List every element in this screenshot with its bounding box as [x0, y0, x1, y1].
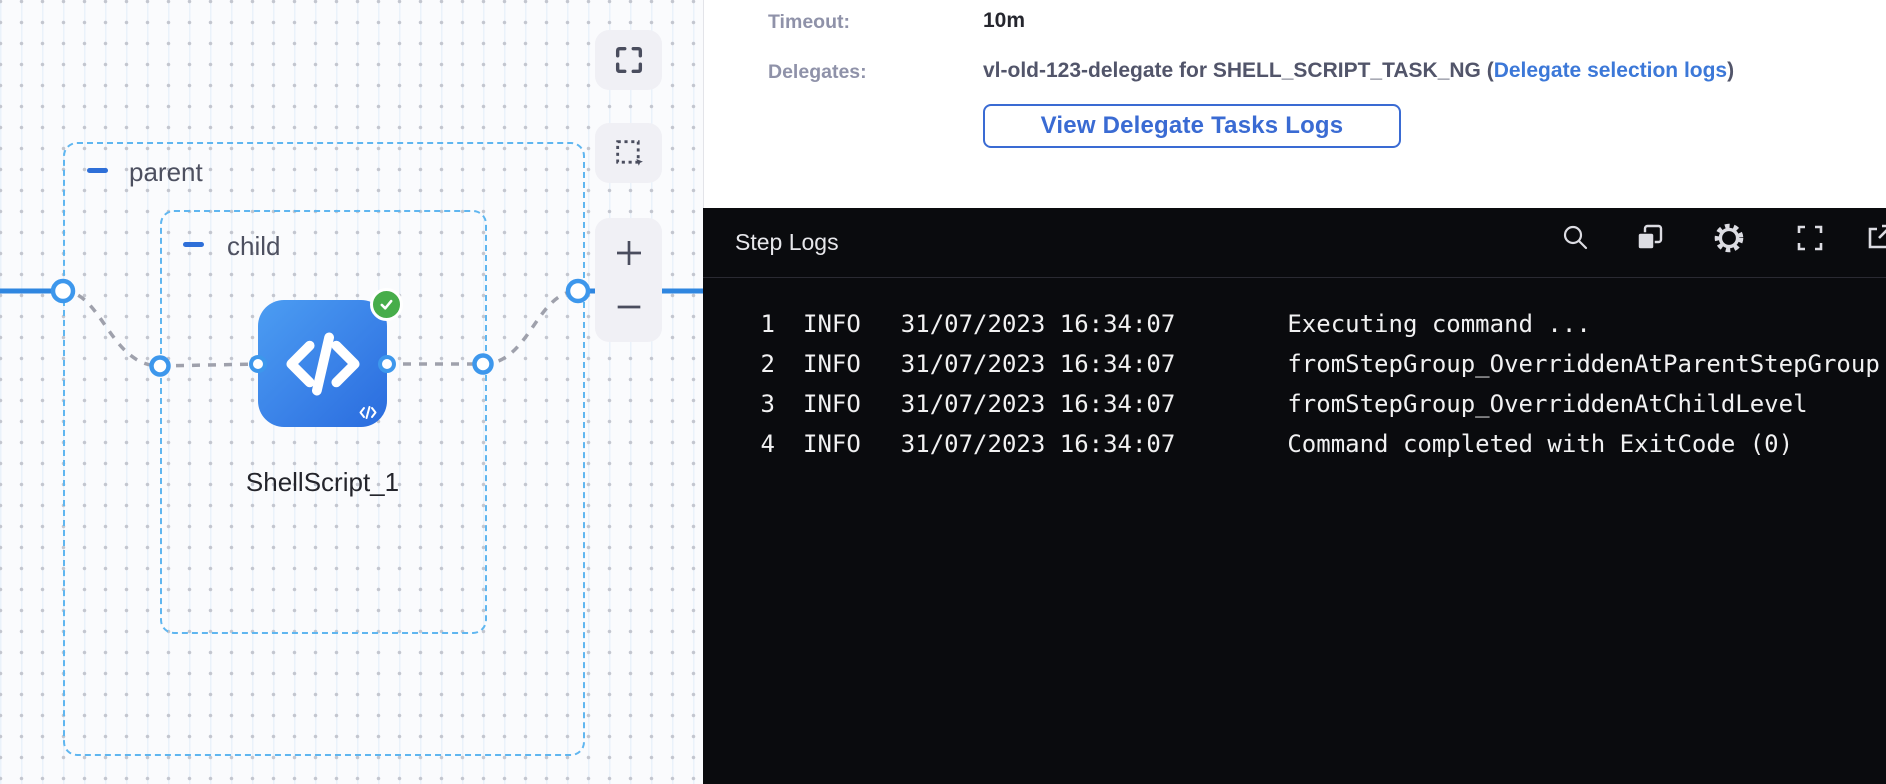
fullscreen-icon[interactable]	[1794, 222, 1826, 254]
canvas-fullscreen-button[interactable]	[595, 30, 662, 90]
log-message: fromStepGroup_OverriddenAtChildLevel	[1287, 384, 1807, 424]
step-logs-title: Step Logs	[735, 229, 839, 256]
zoom-controls	[595, 218, 662, 342]
step-node-shellscript[interactable]	[258, 300, 387, 427]
step-name-label: ShellScript_1	[222, 467, 423, 498]
view-delegate-tasks-logs-button[interactable]: View Delegate Tasks Logs	[983, 104, 1401, 148]
pipeline-canvas[interactable]: parent child	[0, 0, 703, 784]
log-level: INFO	[803, 344, 861, 384]
plus-icon	[613, 237, 645, 269]
code-icon	[279, 320, 367, 408]
log-timestamp: 31/07/2023 16:34:07	[901, 424, 1176, 464]
log-line: 3 INFO 31/07/2023 16:34:07 fromStepGroup_Ov…	[749, 384, 1886, 424]
delegates-value: vl-old-123-delegate for SHELL_SCRIPT_TAS…	[983, 59, 1734, 83]
settings-icon[interactable]	[1713, 222, 1745, 254]
timeout-value: 10m	[983, 9, 1025, 33]
log-timestamp: 31/07/2023 16:34:07	[901, 304, 1176, 344]
search-icon[interactable]	[1560, 222, 1592, 254]
delegate-selection-logs-link[interactable]: Delegate selection logs	[1494, 59, 1727, 82]
step-details-panel: Timeout: 10m Delegates: vl-old-123-deleg…	[703, 0, 1886, 208]
collapse-parent-group-icon[interactable]	[87, 168, 108, 173]
collapse-child-group-icon[interactable]	[183, 242, 204, 247]
delegates-value-suffix: )	[1727, 59, 1734, 82]
log-timestamp: 31/07/2023 16:34:07	[901, 344, 1176, 384]
log-line: 1 INFO 31/07/2023 16:34:07 Executing comman…	[749, 304, 1886, 344]
log-line-number: 3	[749, 384, 775, 424]
log-message: fromStepGroup_OverriddenAtParentStepGrou…	[1287, 344, 1879, 384]
zoom-in-button[interactable]	[595, 228, 662, 278]
log-line: 4 INFO 31/07/2023 16:34:07 Command complete…	[749, 424, 1886, 464]
log-level: INFO	[803, 424, 861, 464]
open-in-new-icon[interactable]	[1863, 222, 1886, 254]
delegates-label: Delegates:	[768, 61, 867, 84]
step-logs-header: Step Logs	[703, 208, 1886, 278]
copy-icon[interactable]	[1634, 222, 1666, 254]
log-line-number: 4	[749, 424, 775, 464]
log-message: Command completed with ExitCode (0)	[1287, 424, 1793, 464]
success-badge	[370, 288, 403, 321]
delegates-value-text: vl-old-123-delegate for SHELL_SCRIPT_TAS…	[983, 59, 1494, 82]
parent-group-label: parent	[129, 157, 203, 188]
minus-icon	[613, 291, 645, 323]
step-logs-panel: Step Logs 1IN	[703, 208, 1886, 784]
marquee-select-icon	[612, 136, 646, 170]
child-group-label: child	[227, 231, 280, 262]
canvas-fullscreen-icon	[612, 43, 646, 77]
log-message: Executing command ...	[1287, 304, 1590, 344]
log-line-number: 1	[749, 304, 775, 344]
pipeline-step-details-screen: parent child	[0, 0, 1886, 784]
step-logs-body[interactable]: 1 INFO 31/07/2023 16:34:07 Executing comman…	[703, 278, 1886, 464]
check-icon	[378, 296, 395, 313]
timeout-label: Timeout:	[768, 11, 850, 34]
log-level: INFO	[803, 304, 861, 344]
log-line: 2 INFO 31/07/2023 16:34:07 fromStepGroup_Ov…	[749, 344, 1886, 384]
log-timestamp: 31/07/2023 16:34:07	[901, 384, 1176, 424]
log-level: INFO	[803, 384, 861, 424]
marquee-select-button[interactable]	[595, 123, 662, 183]
log-line-number: 2	[749, 344, 775, 384]
code-mini-icon	[358, 405, 378, 420]
zoom-out-button[interactable]	[595, 282, 662, 332]
